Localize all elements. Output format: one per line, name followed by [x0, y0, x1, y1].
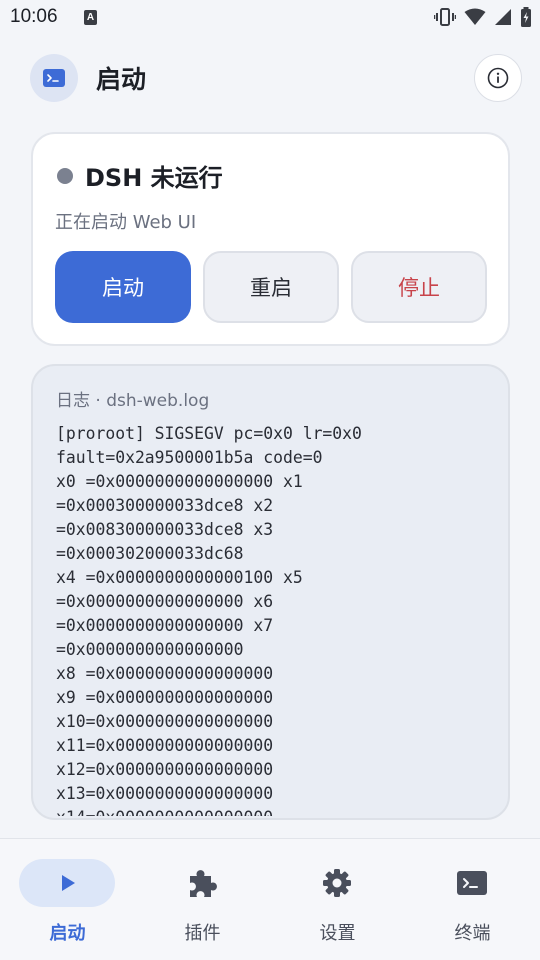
log-output[interactable]: [proroot] SIGSEGV pc=0x0 lr=0x0 fault=0x…: [56, 422, 496, 816]
nav-pill-start: [19, 859, 115, 907]
notification-icon: A: [84, 10, 97, 25]
stop-button[interactable]: 停止: [351, 251, 487, 323]
service-status-subtitle: 正在启动 Web UI: [55, 212, 197, 233]
log-line: =0x008300000033dce8 x3: [56, 520, 274, 539]
log-line: =0x000300000033dce8 x2: [56, 496, 274, 515]
nav-item-plugins[interactable]: 插件: [135, 839, 270, 960]
log-line: x4 =0x0000000000000100 x5: [56, 568, 303, 587]
status-bar: 10:06 A: [0, 0, 540, 36]
nav-item-settings[interactable]: 设置: [270, 839, 405, 960]
gear-icon: [323, 869, 351, 897]
log-line: x8 =0x0000000000000000: [56, 664, 274, 683]
bottom-navigation: 启动 插件 设置 终端: [0, 838, 540, 960]
service-status-card: DSH 未运行 正在启动 Web UI 启动 重启 停止: [31, 132, 510, 346]
vibrate-icon: [434, 8, 456, 26]
nav-pill-terminal: [424, 859, 520, 907]
log-line: =0x0000000000000000 x7: [56, 616, 274, 635]
nav-label-plugins: 插件: [184, 923, 221, 944]
log-line: =0x000302000033dc68: [56, 544, 244, 563]
log-line: =0x0000000000000000 x6: [56, 592, 274, 611]
terminal-icon: [457, 871, 487, 895]
log-line: x10=0x0000000000000000: [56, 712, 274, 731]
log-header: 日志 · dsh-web.log: [56, 391, 210, 411]
log-line: x12=0x0000000000000000: [56, 760, 274, 779]
status-icons: [434, 6, 532, 28]
terminal-icon: [30, 54, 78, 102]
log-line: x11=0x0000000000000000: [56, 736, 274, 755]
status-indicator-dot: [57, 168, 73, 184]
log-line: x13=0x0000000000000000: [56, 784, 274, 803]
start-button[interactable]: 启动: [55, 251, 191, 323]
log-line: x9 =0x0000000000000000: [56, 688, 274, 707]
nav-label-settings: 设置: [319, 923, 356, 944]
app-bar: 启动: [0, 48, 540, 108]
play-icon: [62, 875, 75, 891]
service-status-title: DSH 未运行: [85, 164, 223, 192]
nav-item-start[interactable]: 启动: [0, 839, 135, 960]
log-line: [proroot] SIGSEGV pc=0x0 lr=0x0: [56, 424, 362, 443]
nav-item-terminal[interactable]: 终端: [405, 839, 540, 960]
log-line: =0x0000000000000000: [56, 640, 244, 659]
status-time: 10:06: [10, 6, 58, 27]
nav-pill-settings: [289, 859, 385, 907]
log-line: fault=0x2a9500001b5a code=0: [56, 448, 323, 467]
restart-button[interactable]: 重启: [203, 251, 339, 323]
nav-label-start: 启动: [49, 923, 86, 944]
battery-icon: [521, 7, 531, 27]
log-panel[interactable]: 日志 · dsh-web.log [proroot] SIGSEGV pc=0x…: [31, 364, 510, 820]
nav-label-terminal: 终端: [454, 923, 491, 944]
info-icon: [487, 67, 509, 89]
signal-icon: [495, 9, 511, 25]
nav-pill-plugins: [154, 859, 250, 907]
log-line: x14=0x0000000000000000: [56, 806, 496, 816]
wifi-icon: [464, 8, 486, 25]
info-button[interactable]: [474, 54, 522, 102]
puzzle-icon: [190, 870, 217, 897]
page-title: 启动: [96, 65, 147, 94]
log-line: x0 =0x0000000000000000 x1: [56, 472, 303, 491]
